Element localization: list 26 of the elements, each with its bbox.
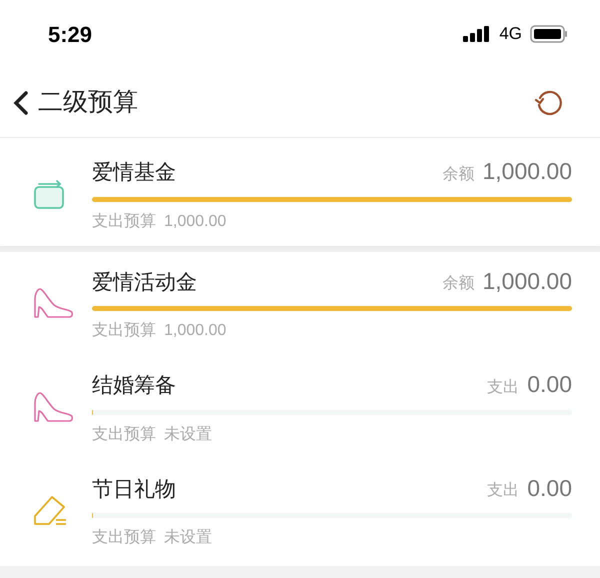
budget-label: 支出预算: [92, 528, 156, 548]
budget-label: 支出预算: [92, 320, 156, 341]
amount-label: 余额: [442, 274, 474, 294]
budget-name: 节日礼物: [92, 476, 176, 502]
budget-label: 支出预算: [92, 424, 156, 444]
budget-value: 1,000.00: [164, 212, 226, 232]
budget-name: 爱情基金: [92, 160, 176, 186]
battery-icon: [530, 25, 568, 43]
amount-value: 1,000.00: [482, 157, 572, 186]
amount-value: 1,000.00: [482, 266, 572, 296]
budget-value: 1,000.00: [164, 321, 226, 341]
signal-icon: [463, 26, 492, 42]
budget-label: 支出预算: [92, 212, 156, 232]
amount-value: 0.00: [527, 474, 572, 502]
amount-label: 支出: [487, 378, 520, 398]
budget-name: 爱情活动金: [92, 270, 197, 296]
budget-name: 结婚筹备: [92, 373, 176, 399]
page-title: 二级预算: [38, 86, 138, 118]
budget-value: 未设置: [164, 424, 212, 444]
amount-label: 支出: [487, 480, 520, 501]
network-type: 4G: [499, 23, 522, 46]
status-time: 5:29: [48, 20, 92, 48]
amount-value: 0.00: [527, 370, 572, 399]
budget-value: 未设置: [164, 528, 212, 548]
back-icon[interactable]: [12, 90, 30, 116]
amount-label: 余额: [442, 164, 474, 184]
